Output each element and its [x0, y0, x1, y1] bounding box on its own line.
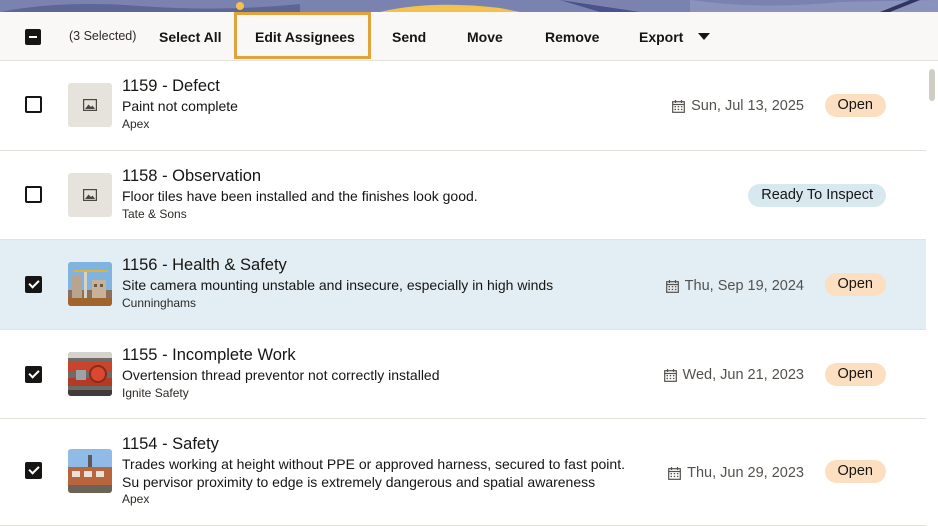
row-checkbox[interactable]	[25, 366, 42, 383]
send-button[interactable]: Send	[392, 29, 426, 45]
list-item[interactable]: 1156 - Health & Safety Site camera mount…	[0, 240, 926, 330]
bulk-action-toolbar: (3 Selected) Select All Edit Assignees S…	[0, 12, 938, 61]
status-badge: Open	[824, 273, 886, 296]
list-item[interactable]: 1159 - Defect Paint not complete Apex Su…	[0, 61, 926, 151]
calendar-icon	[665, 279, 679, 293]
list-item[interactable]: 1154 - Safety Trades working at height w…	[0, 419, 926, 526]
row-checkbox[interactable]	[25, 276, 42, 293]
issue-list: 1159 - Defect Paint not complete Apex Su…	[0, 61, 926, 526]
edit-assignees-button[interactable]: Edit Assignees	[255, 29, 355, 45]
date-text: Sun, Jul 13, 2025	[691, 98, 804, 114]
item-description: Site camera mounting unstable and insecu…	[122, 277, 554, 293]
status-badge: Open	[824, 94, 886, 117]
status-badge: Ready To Inspect	[748, 184, 886, 207]
item-title[interactable]: 1154 - Safety	[122, 435, 219, 454]
item-title[interactable]: 1155 - Incomplete Work	[122, 346, 296, 365]
select-all-button[interactable]: Select All	[159, 29, 222, 45]
move-button[interactable]: Move	[467, 29, 503, 45]
item-due-date: Thu, Jun 29, 2023	[668, 465, 804, 481]
item-description: Floor tiles have been installed and the …	[122, 188, 478, 204]
placeholder-image-icon	[68, 173, 112, 217]
calendar-icon	[663, 368, 677, 382]
date-text: Thu, Sep 19, 2024	[684, 278, 804, 294]
date-text: Thu, Jun 29, 2023	[687, 465, 804, 481]
selected-count: (3 Selected)	[69, 29, 137, 43]
item-description: Paint not complete	[122, 98, 238, 114]
scrollbar-thumb[interactable]	[929, 69, 935, 101]
pipe-valve-photo	[68, 352, 112, 396]
row-checkbox[interactable]	[25, 462, 42, 479]
date-text: Wed, Jun 21, 2023	[682, 367, 804, 383]
row-checkbox[interactable]	[25, 96, 42, 113]
item-title[interactable]: 1158 - Observation	[122, 167, 261, 186]
item-description: Trades working at height without PPE or …	[122, 456, 625, 490]
calendar-icon	[668, 466, 681, 480]
item-title[interactable]: 1159 - Defect	[122, 77, 220, 96]
placeholder-image-icon	[68, 83, 112, 127]
item-company: Apex	[122, 117, 150, 131]
list-item[interactable]: 1158 - Observation Floor tiles have been…	[0, 151, 926, 240]
item-due-date: Wed, Jun 21, 2023	[663, 367, 804, 383]
item-company: Ignite Safety	[122, 386, 189, 400]
remove-button[interactable]: Remove	[545, 29, 599, 45]
item-title[interactable]: 1156 - Health & Safety	[122, 256, 287, 275]
list-scrollbar[interactable]	[926, 61, 938, 526]
construction-site-photo	[68, 262, 112, 306]
list-item[interactable]: 1155 - Incomplete Work Overtension threa…	[0, 330, 926, 419]
export-dropdown-chevron-icon[interactable]	[698, 33, 710, 40]
item-due-date: Sun, Jul 13, 2025	[672, 98, 804, 114]
item-due-date: Thu, Sep 19, 2024	[665, 278, 804, 294]
item-company: Apex	[122, 492, 150, 506]
status-badge: Open	[824, 460, 886, 483]
status-badge: Open	[824, 363, 886, 386]
item-company: Tate & Sons	[122, 207, 187, 221]
header-banner	[0, 0, 938, 12]
calendar-icon	[672, 99, 686, 113]
item-company: Cunninghams	[122, 296, 197, 310]
building-facade-photo	[68, 449, 112, 493]
item-description: Overtension thread preventor not correct…	[122, 367, 440, 383]
row-checkbox[interactable]	[25, 186, 42, 203]
select-all-checkbox-indeterminate[interactable]	[25, 29, 41, 45]
export-button[interactable]: Export	[639, 29, 683, 45]
